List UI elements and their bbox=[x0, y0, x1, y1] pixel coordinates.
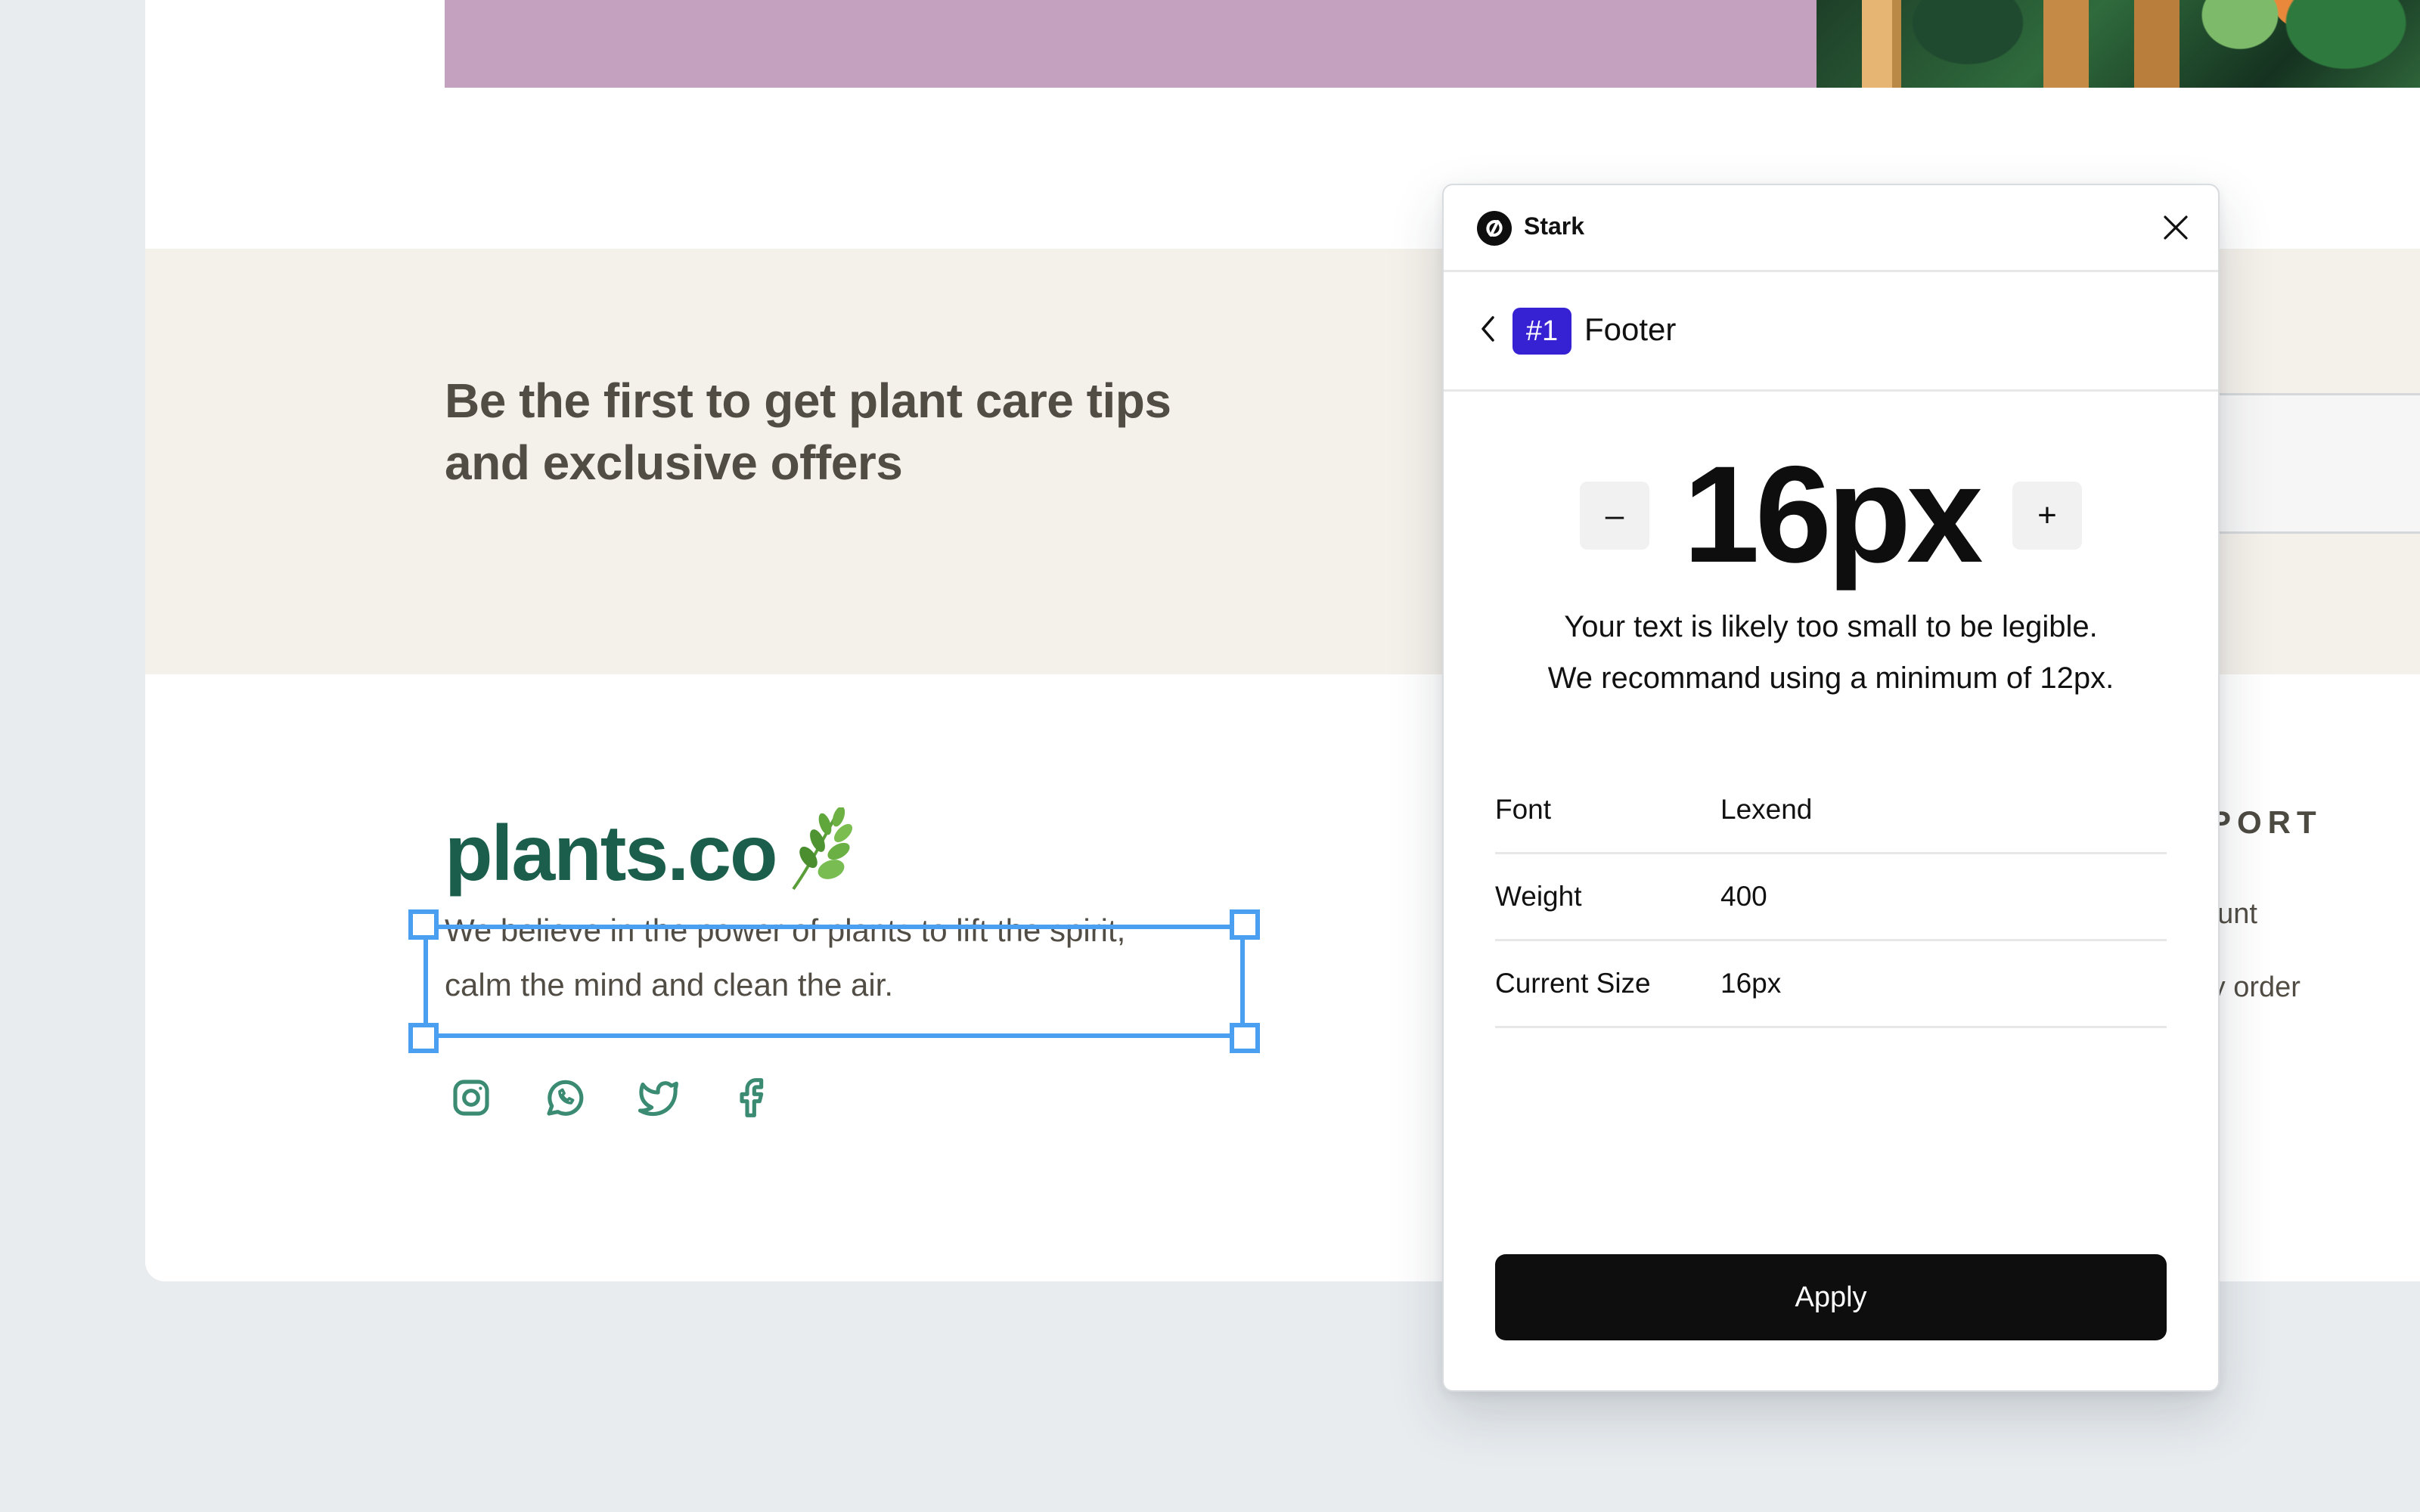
stark-logo-icon bbox=[1477, 211, 1512, 246]
newsletter-email-input[interactable] bbox=[2187, 393, 2420, 534]
property-row-font: Font Lexend bbox=[1495, 767, 2167, 854]
resize-handle-bottom-left[interactable] bbox=[408, 1023, 439, 1053]
property-row-weight: Weight 400 bbox=[1495, 854, 2167, 941]
property-value: 16px bbox=[1720, 968, 1782, 999]
apply-button[interactable]: Apply bbox=[1495, 1254, 2167, 1340]
logo-text: plants.co bbox=[445, 810, 778, 897]
hero-banner-color-block bbox=[445, 0, 1817, 88]
property-value: 400 bbox=[1720, 881, 1767, 912]
text-properties-table: Font Lexend Weight 400 Current Size 16px bbox=[1495, 767, 2167, 1028]
text-selection-box[interactable] bbox=[424, 925, 1245, 1038]
property-value: Lexend bbox=[1720, 794, 1813, 825]
warning-line: We recommand using a minimum of 12px. bbox=[1547, 662, 2114, 695]
close-icon bbox=[2164, 215, 2188, 240]
warning-line: Your text is likely too small to be legi… bbox=[1564, 610, 2098, 643]
resize-handle-bottom-right[interactable] bbox=[1230, 1023, 1260, 1053]
property-label: Weight bbox=[1495, 881, 1582, 912]
support-column-heading: PORT bbox=[2210, 804, 2322, 840]
chevron-left-icon bbox=[1481, 316, 1494, 342]
property-label: Font bbox=[1495, 794, 1552, 825]
panel-header: Stark bbox=[1444, 185, 2218, 272]
whatsapp-icon[interactable] bbox=[544, 1077, 586, 1119]
close-button[interactable] bbox=[2156, 208, 2195, 247]
app-title: Stark bbox=[1524, 212, 1585, 240]
newsletter-title-line: Be the first to get plant care tips bbox=[445, 373, 1171, 428]
section-title: Footer bbox=[1584, 311, 1677, 347]
legibility-warning: Your text is likely too small to be legi… bbox=[1474, 601, 2188, 704]
newsletter-title: Be the first to get plant care tips and … bbox=[445, 370, 1277, 494]
stark-plugin-panel: Stark #1 Footer – 16px + Your text is li… bbox=[1442, 184, 2220, 1392]
property-label: Current Size bbox=[1495, 968, 1651, 999]
resize-handle-top-right[interactable] bbox=[1230, 909, 1260, 940]
issue-number-badge: #1 bbox=[1512, 308, 1571, 355]
newsletter-title-line: and exclusive offers bbox=[445, 435, 903, 490]
twitter-icon[interactable] bbox=[638, 1077, 680, 1119]
resize-handle-top-left[interactable] bbox=[408, 909, 439, 940]
back-button[interactable] bbox=[1472, 309, 1503, 349]
facebook-icon[interactable] bbox=[731, 1077, 774, 1119]
footer-logo[interactable]: plants.co bbox=[445, 807, 854, 899]
panel-breadcrumb: #1 Footer bbox=[1444, 270, 2218, 392]
property-row-current-size: Current Size 16px bbox=[1495, 941, 2167, 1028]
instagram-icon[interactable] bbox=[450, 1077, 492, 1119]
hero-plant-photo bbox=[1817, 0, 2420, 88]
social-links bbox=[450, 1077, 774, 1119]
increase-size-button[interactable]: + bbox=[2012, 482, 2082, 550]
leaf-icon bbox=[791, 807, 852, 890]
